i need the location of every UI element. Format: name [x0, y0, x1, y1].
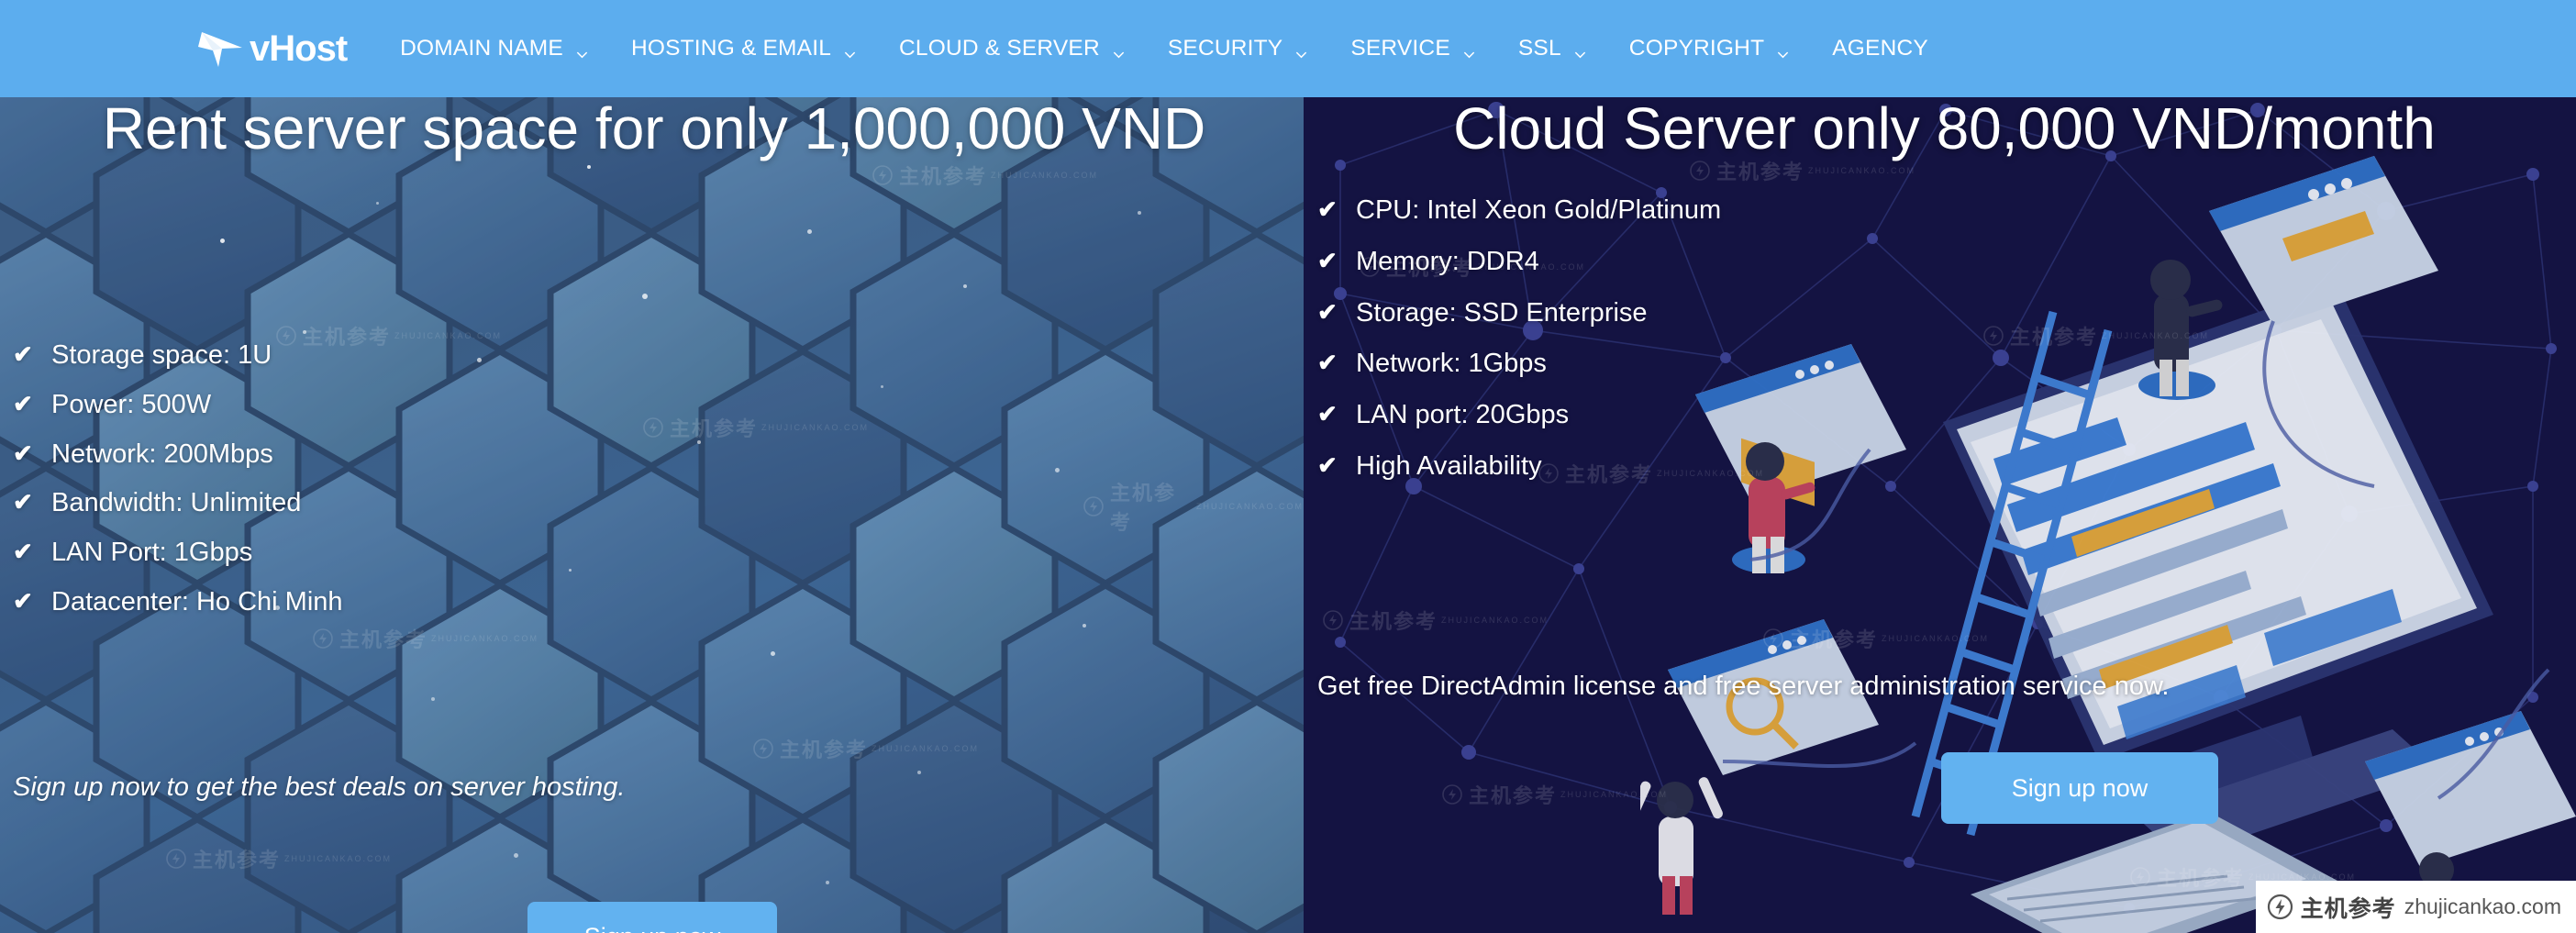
logo-text: vHost — [250, 28, 348, 69]
check-icon: ✔ — [1317, 450, 1338, 479]
chevron-down-icon — [575, 42, 589, 58]
nav-item-copyright[interactable]: COPYRIGHT — [1629, 36, 1790, 61]
main-navbar: vHost DOMAIN NAME HOSTING & EMAIL CLOUD … — [0, 0, 2576, 97]
nav-item-ssl[interactable]: SSL — [1518, 36, 1587, 61]
feature-label: Memory: DDR4 — [1356, 246, 1539, 276]
arrow-logo-icon — [194, 28, 246, 69]
check-icon: ✔ — [13, 586, 33, 615]
check-icon: ✔ — [1317, 195, 1338, 223]
check-icon: ✔ — [1317, 349, 1338, 377]
feature-label: Storage space: 1U — [51, 340, 272, 370]
site-logo[interactable]: vHost — [194, 0, 348, 97]
right-feature-list: ✔ CPU: Intel Xeon Gold/Platinum ✔ Memory… — [1317, 194, 1721, 502]
hero-section: 主机参考 ZHUJICANKAO.COM 主机参考 ZHUJICANKAO.CO… — [0, 55, 2576, 933]
feature-item: ✔ Storage space: 1U — [13, 339, 343, 372]
right-promo-text: Get free DirectAdmin license and free se… — [1317, 672, 2170, 701]
left-panel-content: Rent server space for only 1,000,000 VND… — [0, 55, 1304, 933]
feature-label: Storage: SSD Enterprise — [1356, 297, 1648, 328]
feature-item: ✔ Bandwidth: Unlimited — [13, 487, 343, 519]
nav-label: SERVICE — [1350, 36, 1450, 61]
nav-item-domain-name[interactable]: DOMAIN NAME — [400, 36, 589, 61]
nav-label: DOMAIN NAME — [400, 36, 563, 61]
feature-item: ✔ Memory: DDR4 — [1317, 246, 1721, 278]
feature-label: Power: 500W — [51, 389, 212, 419]
badge-cn-text: 主机参考 — [2300, 894, 2396, 922]
feature-item: ✔ Network: 200Mbps — [13, 439, 343, 471]
feature-item: ✔ High Availability — [1317, 450, 1721, 483]
feature-label: LAN Port: 1Gbps — [51, 538, 253, 568]
chevron-down-icon — [1112, 42, 1126, 58]
right-headline: Cloud Server only 80,000 VND/month — [1453, 95, 2436, 161]
left-headline: Rent server space for only 1,000,000 VND — [102, 95, 1206, 161]
feature-item: ✔ LAN port: 20Gbps — [1317, 399, 1721, 431]
left-feature-list: ✔ Storage space: 1U ✔ Power: 500W ✔ Netw… — [13, 339, 343, 636]
left-tagline: Sign up now to get the best deals on ser… — [13, 772, 626, 802]
feature-item: ✔ Storage: SSD Enterprise — [1317, 297, 1721, 329]
check-icon: ✔ — [1317, 297, 1338, 326]
check-icon: ✔ — [13, 389, 33, 417]
nav-item-cloud-server[interactable]: CLOUD & SERVER — [899, 36, 1126, 61]
feature-item: ✔ CPU: Intel Xeon Gold/Platinum — [1317, 194, 1721, 227]
check-icon: ✔ — [13, 538, 33, 566]
zhujicankao-logo-icon — [2267, 894, 2293, 920]
check-icon: ✔ — [1317, 400, 1338, 428]
nav-item-hosting-email[interactable]: HOSTING & EMAIL — [631, 36, 857, 61]
right-signup-button[interactable]: Sign up now — [1941, 752, 2218, 824]
feature-item: ✔ LAN Port: 1Gbps — [13, 537, 343, 569]
nav-items: DOMAIN NAME HOSTING & EMAIL CLOUD & SERV… — [400, 36, 1971, 61]
nav-item-security[interactable]: SECURITY — [1168, 36, 1308, 61]
feature-label: Network: 200Mbps — [51, 439, 273, 469]
chevron-down-icon — [843, 42, 857, 58]
feature-label: CPU: Intel Xeon Gold/Platinum — [1356, 195, 1722, 225]
nav-item-service[interactable]: SERVICE — [1350, 36, 1476, 61]
left-signup-button[interactable]: Sign up now — [527, 902, 777, 933]
chevron-down-icon — [1776, 42, 1790, 58]
feature-item: ✔ Datacenter: Ho Chi Minh — [13, 586, 343, 618]
nav-label: HOSTING & EMAIL — [630, 36, 832, 61]
chevron-down-icon — [1462, 42, 1476, 58]
nav-label: AGENCY — [1832, 36, 1928, 61]
nav-label: SECURITY — [1167, 36, 1283, 61]
check-icon: ✔ — [13, 488, 33, 516]
check-icon: ✔ — [1317, 246, 1338, 274]
feature-label: Network: 1Gbps — [1356, 349, 1547, 379]
chevron-down-icon — [1294, 42, 1308, 58]
hero-panel-left: 主机参考 ZHUJICANKAO.COM 主机参考 ZHUJICANKAO.CO… — [0, 55, 1304, 933]
chevron-down-icon — [1573, 42, 1587, 58]
nav-label: COPYRIGHT — [1628, 36, 1765, 61]
nav-item-agency[interactable]: AGENCY — [1832, 36, 1928, 61]
check-icon: ✔ — [13, 340, 33, 368]
hero-panel-right: 主机参考 ZHUJICANKAO.COM 主机参考 ZHUJICANKAO.CO… — [1304, 55, 2576, 933]
feature-label: Datacenter: Ho Chi Minh — [51, 586, 343, 616]
watermark-badge: 主机参考 zhujicankao.com — [2255, 881, 2576, 933]
feature-label: Bandwidth: Unlimited — [51, 488, 302, 518]
nav-label: CLOUD & SERVER — [899, 36, 1100, 61]
badge-url-text: zhujicankao.com — [2404, 894, 2561, 918]
feature-label: LAN port: 20Gbps — [1356, 400, 1570, 430]
feature-label: High Availability — [1356, 450, 1542, 481]
nav-label: SSL — [1517, 36, 1561, 61]
feature-item: ✔ Power: 500W — [13, 389, 343, 421]
feature-item: ✔ Network: 1Gbps — [1317, 348, 1721, 380]
check-icon: ✔ — [13, 439, 33, 467]
